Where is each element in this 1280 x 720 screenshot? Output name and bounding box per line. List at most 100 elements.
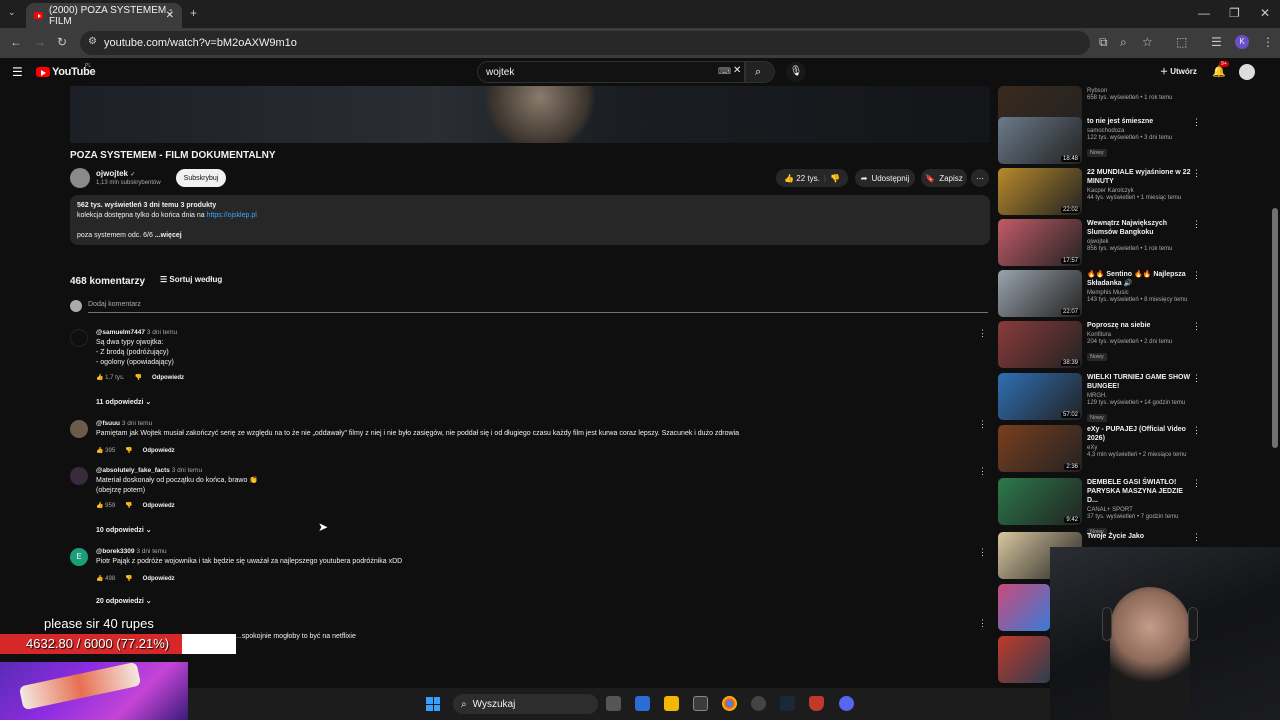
recommended-video[interactable]: 2:36 eXy - PUPAJEJ (Official Video 2026) e… [998,425,1213,473]
video-title[interactable]: 22 MUNDIALE wyjaśnione w 22 MINUTY [1087,168,1195,186]
video-thumbnail[interactable]: 17:57 [998,219,1082,266]
video-thumbnail[interactable]: 57:02 [998,373,1082,420]
video-channel[interactable]: Konfitura [1087,332,1195,338]
create-button[interactable]: ＋ Utwórz [1160,66,1197,77]
discord-icon[interactable] [839,696,854,711]
obs-icon[interactable] [751,696,766,711]
save-button[interactable]: 🔖 Zapisz [921,169,967,187]
like-comment-button[interactable]: 👍 395 [96,447,115,454]
like-comment-button[interactable]: 👍 498 [96,575,115,582]
video-menu-icon[interactable]: ⋮ [1192,168,1201,179]
video-title[interactable]: eXy - PUPAJEJ (Official Video 2026) [1087,425,1195,443]
video-channel[interactable]: ojwojtek [1087,239,1195,245]
channel-avatar[interactable] [70,168,90,188]
comment-avatar[interactable]: E [70,548,88,566]
dislike-comment-icon[interactable]: 👎 [125,575,132,582]
like-comment-button[interactable]: 👍 1,7 tys. [96,374,125,381]
recommended-video[interactable]: 38:39 Poproszę na siebie Konfitura 204 tys.… [998,321,1213,369]
shop-link[interactable]: https://ojsklep.pl [207,212,257,219]
close-window-icon[interactable]: ✕ [1260,7,1270,19]
dislike-comment-icon[interactable]: 👎 [125,447,132,454]
browser-menu-icon[interactable]: ⋮ [1262,36,1274,48]
video-channel[interactable]: eXy [1087,445,1195,451]
comment-menu-icon[interactable]: ⋮ [978,419,987,430]
voice-search-icon[interactable]: 🎙 [786,62,806,82]
video-thumbnail[interactable]: 22:07 [998,270,1082,317]
reading-list-icon[interactable]: ☰ [1211,36,1222,48]
zoom-icon[interactable]: ⌕ [1120,36,1127,48]
dislike-comment-icon[interactable]: 👎 [125,502,132,509]
video-thumbnail[interactable] [998,636,1050,683]
site-info-icon[interactable]: ⚙ [88,37,97,47]
task-view-icon[interactable] [606,696,621,711]
video-channel[interactable]: Memphis Music [1087,290,1195,296]
maximize-icon[interactable]: ❐ [1229,7,1240,19]
comment-menu-icon[interactable]: ⋮ [978,466,987,477]
vpn-shield-icon[interactable] [809,696,824,711]
steam-icon[interactable] [780,696,795,711]
video-title[interactable]: 🔥🔥 Sentino 🔥🔥 Najlepsza Składanka 🔊 [1087,270,1195,288]
show-replies-button[interactable]: 10 odpowiedzi ⌄ [96,526,152,534]
channel-name[interactable]: ojwojtek ✓ [96,169,135,178]
more-actions-button[interactable]: ⋯ [971,169,989,187]
video-thumbnail[interactable]: 9:42 [998,478,1082,525]
video-title[interactable]: Wewnątrz Największych Slumsów Bangkoku [1087,219,1195,237]
like-comment-button[interactable]: 👍 959 [96,502,115,509]
comment-menu-icon[interactable]: ⋮ [978,618,987,629]
minimize-icon[interactable]: — [1198,7,1210,19]
taskbar-search[interactable]: ⌕ Wyszukaj [453,694,598,714]
new-tab-icon[interactable]: + [190,7,197,19]
show-more-link[interactable]: ...więcej [155,232,182,239]
recommended-video[interactable]: 22:07 🔥🔥 Sentino 🔥🔥 Najlepsza Składanka 🔊… [998,270,1213,318]
bookmark-star-icon[interactable]: ☆ [1142,36,1153,48]
dislike-comment-icon[interactable]: 👎 [135,374,142,381]
reply-button[interactable]: Odpowiedz [143,503,175,509]
show-replies-button[interactable]: 20 odpowiedzi ⌄ [96,597,152,605]
comment-avatar[interactable] [70,467,88,485]
video-title[interactable]: DEMBELE GASI ŚWIATŁO! PARYSKA MASZYNA JE… [1087,478,1195,505]
share-button[interactable]: ➦ Udostępnij [855,169,915,187]
video-thumbnail[interactable]: 2:36 [998,425,1082,472]
windows-start-icon[interactable] [426,697,440,711]
recommended-video[interactable]: 22:02 22 MUNDIALE wyjaśnione w 22 MINUTY K… [998,168,1213,216]
hamburger-menu-icon[interactable]: ☰ [12,66,23,78]
search-button[interactable]: ⌕ [745,61,775,83]
comment-menu-icon[interactable]: ⋮ [978,547,987,558]
search-input[interactable]: wojtek ⌨ ✕ [477,61,745,83]
forward-icon[interactable]: → [34,36,46,48]
video-channel[interactable]: Kacper Karolczyk [1087,188,1195,194]
video-channel[interactable]: Rybson [1087,88,1195,94]
add-comment-input[interactable]: Dodaj komentarz [88,301,141,308]
video-thumbnail[interactable]: 18:48 [998,117,1082,164]
recommended-video[interactable]: 17:57 Wewnątrz Największych Slumsów Bangk… [998,219,1213,267]
video-menu-icon[interactable]: ⋮ [1192,478,1201,489]
video-title[interactable]: Poproszę na siebie [1087,321,1195,330]
address-bar[interactable]: ⚙ youtube.com/watch?v=bM2oAXW9m1o [80,31,1090,55]
video-description[interactable]: 562 tys. wyświetleń 3 dni temu 3 produkt… [70,195,990,245]
tab-list-icon[interactable]: ⌄ [8,8,16,17]
video-title[interactable]: Twoje Życie Jako [1087,532,1195,541]
back-icon[interactable]: ← [10,36,22,48]
install-icon[interactable]: ⧉ [1099,36,1108,48]
video-menu-icon[interactable]: ⋮ [1192,117,1201,128]
video-channel[interactable]: CANAL+ SPORT [1087,507,1195,513]
clear-search-icon[interactable]: ✕ [733,65,741,76]
dislike-button[interactable]: 👎 [830,174,840,183]
video-channel[interactable]: samochodoza [1087,128,1195,134]
chrome-icon[interactable] [722,696,737,711]
video-menu-icon[interactable]: ⋮ [1192,219,1201,230]
tab-youtube[interactable]: (2000) POZA SYSTEMEM - FILM ✕ [26,3,182,28]
comment-avatar[interactable] [70,329,88,347]
comment-author[interactable]: @samuelm7447 [96,329,145,336]
profile-avatar[interactable]: K [1235,35,1249,49]
video-thumbnail[interactable]: 38:39 [998,321,1082,368]
show-replies-button[interactable]: 11 odpowiedzi ⌄ [96,398,151,406]
extensions-icon[interactable]: ⬚ [1176,36,1187,48]
comment-author[interactable]: @absolutely_fake_facts [96,467,170,474]
video-menu-icon[interactable]: ⋮ [1192,532,1201,543]
account-avatar[interactable] [1239,64,1255,80]
close-tab-icon[interactable]: ✕ [166,10,174,21]
video-menu-icon[interactable]: ⋮ [1192,373,1201,384]
recommended-video[interactable]: 18:48 to nie jest śmieszne samochodoza 122 … [998,117,1213,165]
reply-button[interactable]: Odpowiedz [152,375,184,381]
